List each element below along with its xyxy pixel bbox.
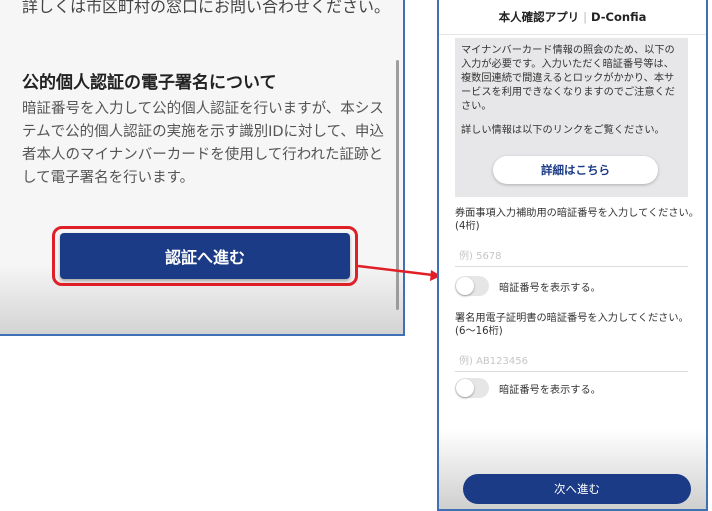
toggle-knob bbox=[456, 277, 474, 295]
pin2-show-label: 暗証番号を表示する。 bbox=[499, 384, 601, 396]
proceed-to-auth-button[interactable]: 認証へ進む bbox=[60, 233, 350, 279]
details-button[interactable]: 詳細はこちら bbox=[493, 156, 658, 184]
pin1-show-label: 暗証番号を表示する。 bbox=[499, 282, 601, 294]
scrollbar[interactable] bbox=[396, 60, 399, 310]
brand-name: D-Confia bbox=[591, 10, 647, 24]
pin1-show-toggle[interactable] bbox=[455, 276, 489, 296]
truncated-text: 詳しくは市区町村の窓口にお問い合わせください。 bbox=[22, 0, 391, 16]
toggle-knob bbox=[456, 379, 474, 397]
app-title: 本人確認アプリ bbox=[498, 10, 580, 24]
pin2-label: 署名用電子証明書の暗証番号を入力してください。(6〜16桁) bbox=[455, 313, 689, 337]
pin2-show-toggle[interactable] bbox=[455, 378, 489, 398]
right-screen: 本人確認アプリ | D-Confia マイナンバーカード情報の照会のため、以下の… bbox=[437, 0, 708, 511]
section-body: 暗証番号を入力して公的個人認証を行いますが、本システムで公的個人認証の実施を示す… bbox=[22, 101, 384, 186]
section-title: 公的個人認証の電子署名について bbox=[22, 73, 277, 93]
notice-text: マイナンバーカード情報の照会のため、以下の入力が必要です。入力いただく暗証番号等… bbox=[461, 45, 675, 112]
app-header: 本人確認アプリ | D-Confia bbox=[439, 0, 706, 35]
left-screen: 詳しくは市区町村の窓口にお問い合わせください。 公的個人認証の電子署名について … bbox=[0, 0, 405, 336]
highlight-box: 認証へ進む bbox=[52, 226, 358, 286]
pin1-show-toggle-row[interactable]: 暗証番号を表示する。 bbox=[455, 276, 601, 296]
notice-box: マイナンバーカード情報の照会のため、以下の入力が必要です。入力いただく暗証番号等… bbox=[455, 38, 688, 197]
pin1-input[interactable]: 例) 5678 bbox=[455, 243, 688, 267]
pin1-label: 券面事項入力補助用の暗証番号を入力してください。(4桁) bbox=[455, 208, 699, 232]
notice-link-text: 詳しい情報は以下のリンクをご覧ください。 bbox=[461, 125, 665, 136]
pin2-input[interactable]: 例) AB123456 bbox=[455, 348, 688, 372]
header-separator: | bbox=[583, 10, 588, 24]
next-button[interactable]: 次へ進む bbox=[463, 474, 691, 504]
pin2-show-toggle-row[interactable]: 暗証番号を表示する。 bbox=[455, 378, 601, 398]
